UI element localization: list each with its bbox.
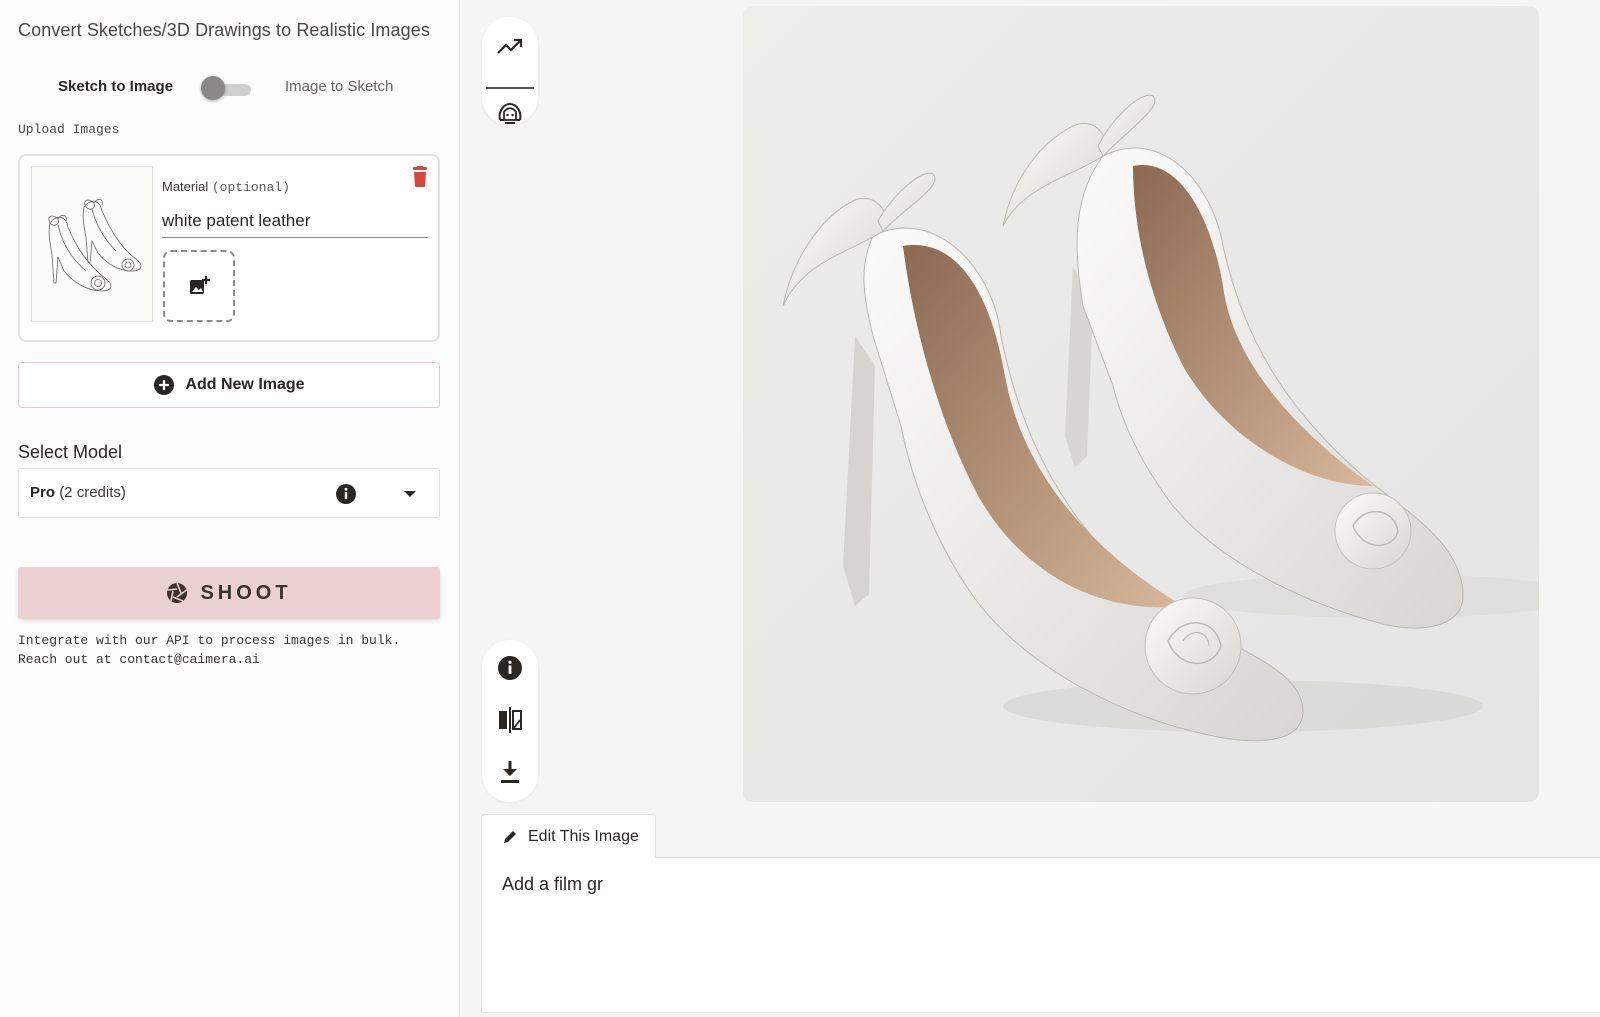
trash-icon <box>413 166 427 187</box>
toolbar-divider <box>486 87 534 89</box>
image-info-button[interactable] <box>496 654 524 682</box>
edit-this-image-tab[interactable]: Edit This Image <box>481 814 656 858</box>
edit-panel: Add a film gr <box>481 857 1600 1013</box>
add-circle-icon <box>154 375 175 395</box>
model-name: Pro <box>30 484 56 501</box>
face-retouch-button[interactable] <box>496 100 524 128</box>
top-toolbar <box>482 17 538 125</box>
api-note-line-2: Reach out at contact@caimera.ai <box>18 652 260 667</box>
edit-prompt-input[interactable]: Add a film gr <box>502 874 1582 994</box>
shoe-photo <box>743 6 1539 802</box>
mode-toggle-row: Sketch to Image Image to Sketch <box>0 72 460 102</box>
select-model-label: Select Model <box>18 442 123 462</box>
model-info-button[interactable] <box>335 483 357 505</box>
result-image[interactable] <box>743 6 1539 802</box>
add-material-image-button[interactable] <box>163 250 235 322</box>
material-input[interactable] <box>162 204 428 238</box>
pencil-icon <box>504 830 516 843</box>
sidebar: Convert Sketches/3D Drawings to Realisti… <box>0 0 460 1017</box>
api-note-line-1: Integrate with our API to process images… <box>18 633 401 648</box>
material-label-text: Material <box>162 179 209 194</box>
camera-shutter-icon <box>167 582 188 603</box>
add-new-image-button[interactable]: Add New Image <box>18 362 440 408</box>
info-icon <box>336 484 356 504</box>
upload-card: Material (optional) <box>18 154 440 342</box>
shoot-button[interactable]: SHOOT <box>18 567 440 619</box>
trending-up-icon <box>497 38 523 54</box>
upload-images-label: Upload Images <box>18 122 120 137</box>
compare-icon <box>499 707 522 733</box>
material-optional-text: (optional) <box>211 180 290 195</box>
toggle-knob[interactable] <box>201 76 225 100</box>
shoe-sketch-image <box>48 199 142 292</box>
mode-image-to-sketch-label[interactable]: Image to Sketch <box>285 78 393 95</box>
caret-down-icon <box>404 491 416 497</box>
model-selected-value: Pro (2 credits) <box>30 484 126 501</box>
model-dropdown-caret[interactable] <box>403 487 417 501</box>
material-label: Material (optional) <box>162 179 290 195</box>
add-new-image-label: Add New Image <box>185 376 305 393</box>
download-icon <box>501 761 519 783</box>
face-retouch-icon <box>498 102 522 124</box>
bottom-toolbar <box>482 640 538 802</box>
info-icon <box>498 656 522 680</box>
compare-button[interactable] <box>496 706 524 734</box>
app-title: Convert Sketches/3D Drawings to Realisti… <box>18 20 430 40</box>
edit-tab-label: Edit This Image <box>528 827 639 845</box>
model-credits: (2 credits) <box>59 484 126 501</box>
mode-sketch-to-image-label[interactable]: Sketch to Image <box>58 78 173 95</box>
model-select[interactable]: Pro (2 credits) <box>18 468 440 518</box>
mode-toggle-switch[interactable] <box>201 76 251 100</box>
add-photo-icon <box>190 276 210 294</box>
sketch-thumbnail[interactable] <box>31 166 153 322</box>
trending-button[interactable] <box>496 33 524 61</box>
delete-image-button[interactable] <box>411 166 429 188</box>
shoot-label: SHOOT <box>200 581 292 604</box>
api-note: Integrate with our API to process images… <box>18 631 448 669</box>
download-button[interactable] <box>496 758 524 786</box>
